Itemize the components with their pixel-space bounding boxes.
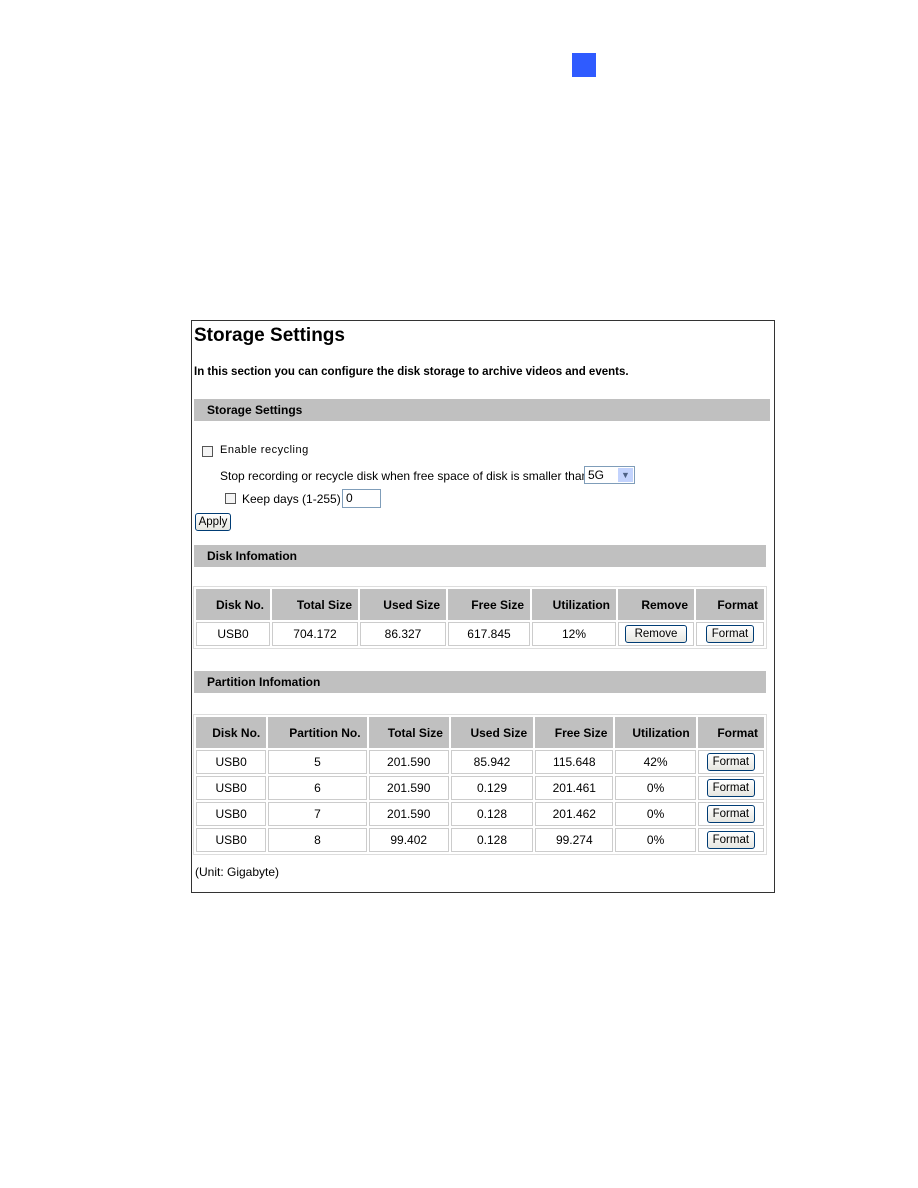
table-cell: Remove	[618, 622, 694, 646]
table-cell: 201.590	[368, 776, 449, 800]
format-button[interactable]: Format	[706, 831, 755, 849]
table-cell: USB0	[196, 828, 267, 852]
intro-text: In this section you can configure the di…	[194, 366, 629, 378]
table-cell: USB0	[196, 750, 267, 774]
table-cell: 8	[268, 828, 367, 852]
table-cell: 86.327	[360, 622, 446, 646]
table-cell: Format	[697, 802, 764, 826]
table-cell: 85.942	[450, 750, 534, 774]
column-header: Total Size	[272, 589, 358, 620]
disk-table: Disk No. Total Size Used Size Free Size Util…	[193, 586, 767, 649]
table-cell: 0%	[615, 828, 696, 852]
format-button[interactable]: Format	[706, 625, 754, 643]
table-row: USB0 8 99.402 0.128 99.274 0% Format	[196, 828, 764, 852]
threshold-label: Stop recording or recycle disk when free…	[220, 469, 589, 483]
column-header: Utilization	[615, 717, 696, 748]
format-button[interactable]: Format	[706, 753, 755, 771]
header-row: Disk No. Partition No. Total Size Used Size…	[196, 717, 764, 748]
table-cell: 115.648	[535, 750, 614, 774]
column-header: Disk No.	[196, 717, 267, 748]
chevron-down-icon[interactable]: ▼	[618, 468, 633, 482]
table-cell: 42%	[615, 750, 696, 774]
column-header: Format	[697, 717, 764, 748]
column-header: Free Size	[535, 717, 614, 748]
enable-recycling-checkbox[interactable]	[202, 446, 213, 457]
storage-section-header: Storage Settings	[194, 399, 770, 421]
column-header: Used Size	[360, 589, 446, 620]
column-header: Remove	[618, 589, 694, 620]
table-cell: 201.590	[368, 802, 449, 826]
table-cell: 704.172	[272, 622, 358, 646]
table-row: USB0 6 201.590 0.129 201.461 0% Format	[196, 776, 764, 800]
table-cell: Format	[697, 750, 764, 774]
table-cell: 0.128	[450, 828, 534, 852]
table-cell: USB0	[196, 802, 267, 826]
table-row: USB0 5 201.590 85.942 115.648 42% Format	[196, 750, 764, 774]
keep-days-input[interactable]: 0	[342, 489, 381, 508]
column-header: Utilization	[532, 589, 616, 620]
table-cell: USB0	[196, 622, 270, 646]
table-cell: Format	[696, 622, 764, 646]
table-cell: 6	[268, 776, 367, 800]
table-cell: 201.461	[535, 776, 614, 800]
column-header: Disk No.	[196, 589, 270, 620]
column-header: Used Size	[450, 717, 534, 748]
keep-days-checkbox[interactable]	[225, 493, 236, 504]
table-cell: 0.128	[450, 802, 534, 826]
table-cell: USB0	[196, 776, 267, 800]
remove-button[interactable]: Remove	[625, 625, 687, 643]
format-button[interactable]: Format	[706, 805, 755, 823]
table-cell: 0%	[615, 802, 696, 826]
table-cell: 99.402	[368, 828, 449, 852]
table-cell: 0.129	[450, 776, 534, 800]
column-header: Partition No.	[268, 717, 367, 748]
apply-button[interactable]: Apply	[195, 513, 231, 531]
page-title: Storage Settings	[194, 325, 345, 346]
enable-recycling-label: Enable recycling	[220, 444, 309, 456]
threshold-select[interactable]: 5G ▼	[584, 466, 635, 484]
header-row: Disk No. Total Size Used Size Free Size Util…	[196, 589, 764, 620]
column-header: Free Size	[448, 589, 530, 620]
table-cell: 99.274	[535, 828, 614, 852]
unit-note: (Unit: Gigabyte)	[195, 865, 280, 879]
table-row: USB0 704.172 86.327 617.845 12% Remove Format	[196, 622, 764, 646]
column-header: Total Size	[368, 717, 449, 748]
table-cell: 201.590	[368, 750, 449, 774]
column-header: Format	[696, 589, 764, 620]
threshold-value: 5G	[588, 468, 605, 482]
table-cell: Format	[697, 776, 764, 800]
keep-days-label: Keep days (1-255)	[242, 492, 341, 506]
table-cell: 201.462	[535, 802, 614, 826]
disk-section-header: Disk Infomation	[194, 545, 766, 567]
table-cell: 5	[268, 750, 367, 774]
format-button[interactable]: Format	[706, 779, 755, 797]
table-cell: Format	[697, 828, 764, 852]
table-cell: 12%	[532, 622, 616, 646]
table-cell: 617.845	[448, 622, 530, 646]
page-marker	[572, 53, 596, 77]
partition-table: Disk No. Partition No. Total Size Used Size…	[193, 714, 767, 855]
table-cell: 7	[268, 802, 367, 826]
table-cell: 0%	[615, 776, 696, 800]
partition-section-header: Partition Infomation	[194, 671, 766, 693]
table-row: USB0 7 201.590 0.128 201.462 0% Format	[196, 802, 764, 826]
